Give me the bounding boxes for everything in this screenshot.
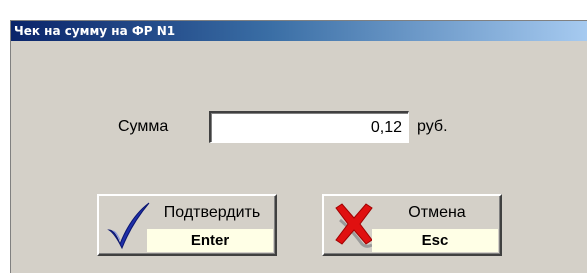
sum-label: Сумма xyxy=(118,118,169,135)
cancel-button-label: Отмена xyxy=(408,204,466,221)
confirm-shortcut-key: Enter xyxy=(147,229,273,252)
dialog-window: Чек на сумму на ФР N1 Сумма 0,12 руб. По… xyxy=(10,20,587,273)
sum-input[interactable]: 0,12 xyxy=(209,111,409,143)
confirm-button-label: Подтвердить xyxy=(163,204,261,221)
cancel-button[interactable]: Отмена Esc xyxy=(322,194,502,256)
checkmark-icon xyxy=(107,202,150,250)
cancel-shortcut-key: Esc xyxy=(372,229,498,252)
cross-icon xyxy=(335,203,373,248)
confirm-button[interactable]: Подтвердить Enter xyxy=(97,194,277,256)
window-title: Чек на сумму на ФР N1 xyxy=(11,21,587,41)
currency-label: руб. xyxy=(417,118,448,135)
